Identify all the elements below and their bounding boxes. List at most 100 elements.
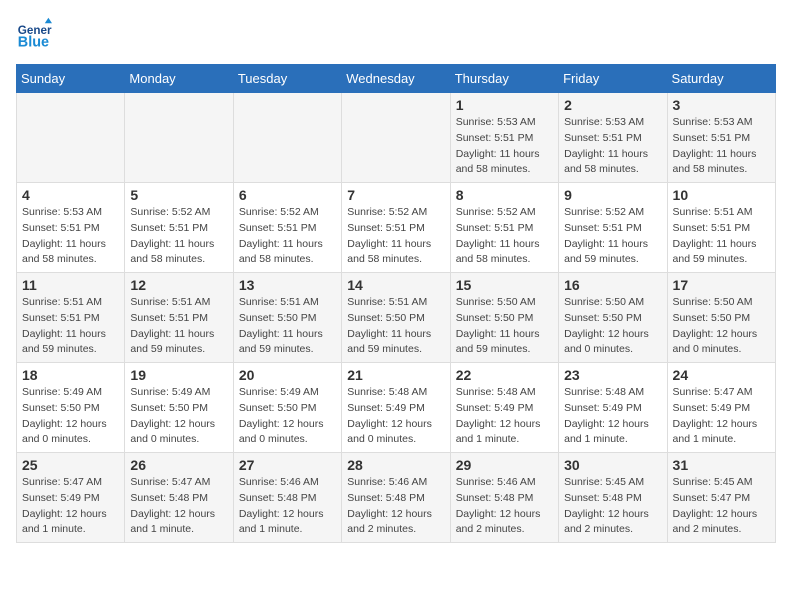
calendar-cell: 10 Sunrise: 5:51 AMSunset: 5:51 PMDayligh… (667, 183, 775, 273)
day-info: Sunrise: 5:48 AMSunset: 5:49 PMDaylight:… (347, 385, 444, 448)
calendar-cell: 23 Sunrise: 5:48 AMSunset: 5:49 PMDayligh… (559, 363, 667, 453)
day-info: Sunrise: 5:49 AMSunset: 5:50 PMDaylight:… (130, 385, 227, 448)
calendar-header-row: SundayMondayTuesdayWednesdayThursdayFrid… (17, 65, 776, 93)
column-header-sunday: Sunday (17, 65, 125, 93)
calendar-cell: 12Sunrise: 5:51 AMSunset: 5:51 PMDayligh… (125, 273, 233, 363)
day-number: 9 (564, 187, 661, 203)
day-info: Sunrise: 5:51 AMSunset: 5:51 PMDaylight:… (22, 295, 119, 358)
day-number: 7 (347, 187, 444, 203)
calendar-cell: 15 Sunrise: 5:50 AMSunset: 5:50 PMDayligh… (450, 273, 558, 363)
calendar-week-row: 1Sunrise: 5:53 AMSunset: 5:51 PMDaylight… (17, 93, 776, 183)
calendar-table: SundayMondayTuesdayWednesdayThursdayFrid… (16, 64, 776, 543)
day-number: 10 (673, 187, 770, 203)
day-number: 29 (456, 457, 553, 473)
calendar-cell: 18 Sunrise: 5:49 AMSunset: 5:50 PMDayligh… (17, 363, 125, 453)
day-info: Sunrise: 5:50 AMSunset: 5:50 PMDaylight:… (673, 295, 770, 358)
page-header: General Blue (16, 16, 776, 52)
calendar-week-row: 18 Sunrise: 5:49 AMSunset: 5:50 PMDayligh… (17, 363, 776, 453)
calendar-cell: 25 Sunrise: 5:47 AMSunset: 5:49 PMDayligh… (17, 453, 125, 543)
column-header-monday: Monday (125, 65, 233, 93)
day-info: Sunrise: 5:48 AMSunset: 5:49 PMDaylight:… (564, 385, 661, 448)
calendar-cell: 29 Sunrise: 5:46 AMSunset: 5:48 PMDayligh… (450, 453, 558, 543)
day-number: 22 (456, 367, 553, 383)
column-header-saturday: Saturday (667, 65, 775, 93)
day-info: Sunrise: 5:46 AMSunset: 5:48 PMDaylight:… (347, 475, 444, 538)
calendar-cell: 16 Sunrise: 5:50 AMSunset: 5:50 PMDayligh… (559, 273, 667, 363)
day-info: Sunrise: 5:51 AMSunset: 5:50 PMDaylight:… (239, 295, 336, 358)
day-info: Sunrise: 5:52 AMSunset: 5:51 PMDaylight:… (456, 205, 553, 268)
day-number: 3 (673, 97, 770, 113)
calendar-cell: 24 Sunrise: 5:47 AMSunset: 5:49 PMDayligh… (667, 363, 775, 453)
day-number: 26 (130, 457, 227, 473)
day-info: Sunrise: 5:48 AMSunset: 5:49 PMDaylight:… (456, 385, 553, 448)
calendar-week-row: 25 Sunrise: 5:47 AMSunset: 5:49 PMDayligh… (17, 453, 776, 543)
calendar-cell (125, 93, 233, 183)
calendar-cell: 7 Sunrise: 5:52 AMSunset: 5:51 PMDaylight… (342, 183, 450, 273)
day-number: 16 (564, 277, 661, 293)
day-number: 31 (673, 457, 770, 473)
day-number: 25 (22, 457, 119, 473)
day-number: 17 (673, 277, 770, 293)
calendar-cell (342, 93, 450, 183)
column-header-tuesday: Tuesday (233, 65, 341, 93)
day-number: 28 (347, 457, 444, 473)
day-info: Sunrise: 5:51 AMSunset: 5:51 PMDaylight:… (130, 295, 227, 358)
calendar-cell: 2 Sunrise: 5:53 AMSunset: 5:51 PMDaylight… (559, 93, 667, 183)
calendar-week-row: 11 Sunrise: 5:51 AMSunset: 5:51 PMDayligh… (17, 273, 776, 363)
day-number: 11 (22, 277, 119, 293)
day-info: Sunrise: 5:51 AMSunset: 5:51 PMDaylight:… (673, 205, 770, 268)
day-info: Sunrise: 5:49 AMSunset: 5:50 PMDaylight:… (239, 385, 336, 448)
calendar-cell: 28 Sunrise: 5:46 AMSunset: 5:48 PMDayligh… (342, 453, 450, 543)
day-number: 8 (456, 187, 553, 203)
calendar-cell: 19Sunrise: 5:49 AMSunset: 5:50 PMDayligh… (125, 363, 233, 453)
day-number: 15 (456, 277, 553, 293)
day-info: Sunrise: 5:53 AMSunset: 5:51 PMDaylight:… (564, 115, 661, 178)
day-info: Sunrise: 5:51 AMSunset: 5:50 PMDaylight:… (347, 295, 444, 358)
day-info: Sunrise: 5:49 AMSunset: 5:50 PMDaylight:… (22, 385, 119, 448)
day-number: 30 (564, 457, 661, 473)
day-info: Sunrise: 5:53 AMSunset: 5:51 PMDaylight:… (22, 205, 119, 268)
day-info: Sunrise: 5:53 AMSunset: 5:51 PMDaylight:… (456, 115, 553, 178)
day-info: Sunrise: 5:47 AMSunset: 5:48 PMDaylight:… (130, 475, 227, 538)
calendar-cell: 5 Sunrise: 5:52 AMSunset: 5:51 PMDaylight… (125, 183, 233, 273)
calendar-cell: 21 Sunrise: 5:48 AMSunset: 5:49 PMDayligh… (342, 363, 450, 453)
day-number: 14 (347, 277, 444, 293)
day-number: 13 (239, 277, 336, 293)
column-header-wednesday: Wednesday (342, 65, 450, 93)
day-number: 20 (239, 367, 336, 383)
day-info: Sunrise: 5:50 AMSunset: 5:50 PMDaylight:… (564, 295, 661, 358)
day-info: Sunrise: 5:52 AMSunset: 5:51 PMDaylight:… (239, 205, 336, 268)
calendar-cell: 9 Sunrise: 5:52 AMSunset: 5:51 PMDaylight… (559, 183, 667, 273)
calendar-cell: 1Sunrise: 5:53 AMSunset: 5:51 PMDaylight… (450, 93, 558, 183)
day-number: 6 (239, 187, 336, 203)
day-info: Sunrise: 5:52 AMSunset: 5:51 PMDaylight:… (347, 205, 444, 268)
day-number: 2 (564, 97, 661, 113)
day-info: Sunrise: 5:46 AMSunset: 5:48 PMDaylight:… (456, 475, 553, 538)
day-number: 4 (22, 187, 119, 203)
column-header-thursday: Thursday (450, 65, 558, 93)
day-number: 18 (22, 367, 119, 383)
column-header-friday: Friday (559, 65, 667, 93)
calendar-cell: 27Sunrise: 5:46 AMSunset: 5:48 PMDayligh… (233, 453, 341, 543)
day-info: Sunrise: 5:50 AMSunset: 5:50 PMDaylight:… (456, 295, 553, 358)
calendar-cell: 20 Sunrise: 5:49 AMSunset: 5:50 PMDayligh… (233, 363, 341, 453)
day-number: 21 (347, 367, 444, 383)
day-info: Sunrise: 5:52 AMSunset: 5:51 PMDaylight:… (564, 205, 661, 268)
day-info: Sunrise: 5:52 AMSunset: 5:51 PMDaylight:… (130, 205, 227, 268)
day-info: Sunrise: 5:47 AMSunset: 5:49 PMDaylight:… (22, 475, 119, 538)
day-info: Sunrise: 5:47 AMSunset: 5:49 PMDaylight:… (673, 385, 770, 448)
calendar-cell: 11 Sunrise: 5:51 AMSunset: 5:51 PMDayligh… (17, 273, 125, 363)
day-number: 24 (673, 367, 770, 383)
calendar-cell: 4 Sunrise: 5:53 AMSunset: 5:51 PMDaylight… (17, 183, 125, 273)
day-info: Sunrise: 5:53 AMSunset: 5:51 PMDaylight:… (673, 115, 770, 178)
calendar-week-row: 4 Sunrise: 5:53 AMSunset: 5:51 PMDaylight… (17, 183, 776, 273)
calendar-cell: 22 Sunrise: 5:48 AMSunset: 5:49 PMDayligh… (450, 363, 558, 453)
day-info: Sunrise: 5:45 AMSunset: 5:47 PMDaylight:… (673, 475, 770, 538)
calendar-cell: 31 Sunrise: 5:45 AMSunset: 5:47 PMDayligh… (667, 453, 775, 543)
calendar-cell: 3 Sunrise: 5:53 AMSunset: 5:51 PMDaylight… (667, 93, 775, 183)
day-number: 23 (564, 367, 661, 383)
calendar-cell: 6 Sunrise: 5:52 AMSunset: 5:51 PMDaylight… (233, 183, 341, 273)
calendar-cell: 13 Sunrise: 5:51 AMSunset: 5:50 PMDayligh… (233, 273, 341, 363)
day-number: 5 (130, 187, 227, 203)
svg-text:Blue: Blue (18, 35, 49, 51)
